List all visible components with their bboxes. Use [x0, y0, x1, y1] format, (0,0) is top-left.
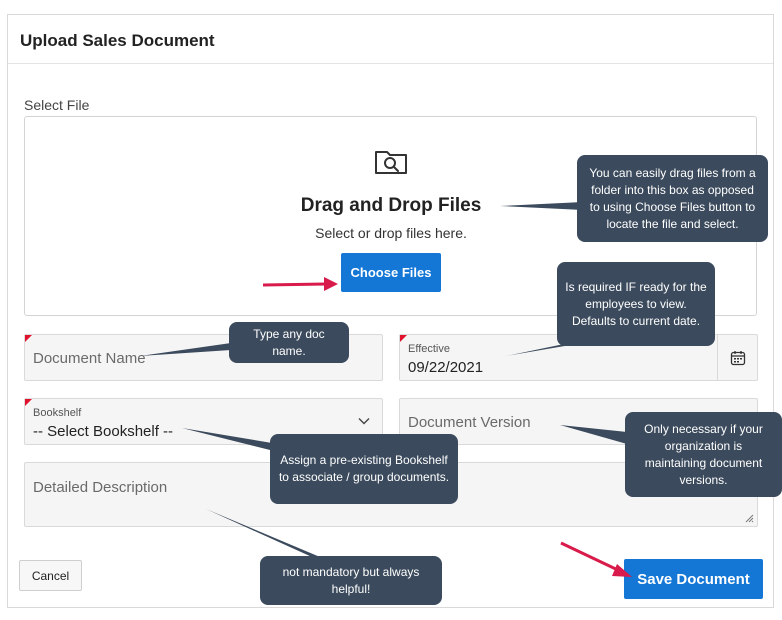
annotation-arrowhead-choose [324, 277, 338, 291]
annotation-arrow-choose [262, 282, 327, 287]
callout-description: not mandatory but always helpful! [260, 556, 442, 605]
annotation-arrowhead-save [612, 564, 632, 577]
callout-effective: Is required IF ready for the employees t… [557, 262, 715, 346]
callout-drag: You can easily drag files from a folder … [577, 155, 768, 242]
annotation-arrow-save [560, 541, 621, 573]
callout-doc-name: Type any doc name. [229, 322, 349, 363]
callout-bookshelf: Assign a pre-existing Bookshelf to assoc… [270, 434, 458, 504]
callout-version: Only necessary if your organization is m… [625, 412, 782, 497]
